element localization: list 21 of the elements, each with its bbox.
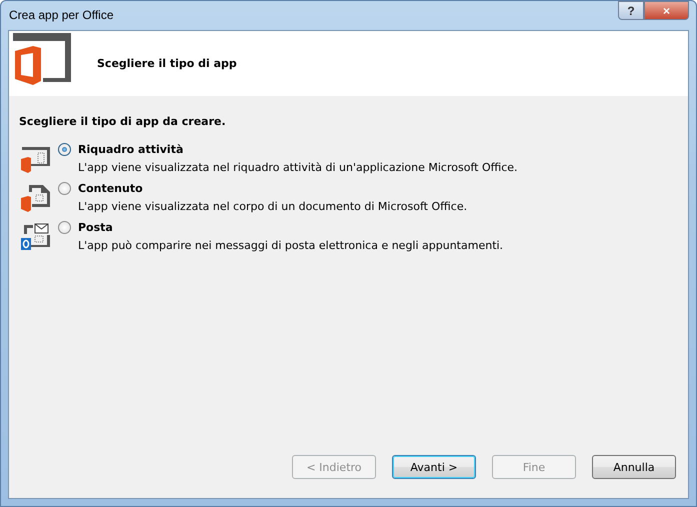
option-label: Contenuto [78,182,143,195]
radio-button[interactable] [58,143,71,156]
radio-button[interactable] [58,182,71,195]
option-radio[interactable]: Riquadro attività [58,141,518,158]
wizard-button[interactable]: Annulla [592,455,676,479]
window-title: Crea app per Office [9,8,114,22]
option-radio[interactable]: Contenuto [58,180,468,197]
help-button[interactable]: ? [618,1,644,20]
prompt-text: Scegliere il tipo di app da creare. [19,115,227,128]
radio-button[interactable] [58,221,71,234]
option-description: L'app viene visualizzata nel riquadro attività di un'applicazione Microsoft Office. [78,161,518,174]
wizard-button[interactable]: Avanti > [392,455,476,479]
option-label: Riquadro attività [78,143,184,156]
option-description: L'app può comparire nei messaggi di posta elettronica e negli appuntamenti. [78,239,504,252]
task-pane-icon [19,145,51,175]
option-label: Posta [78,221,113,234]
option-radio[interactable]: Posta [58,219,504,236]
option-description: L'app viene visualizzata nel corpo di un documento di Microsoft Office. [78,200,468,213]
mail-icon [19,223,51,253]
document-icon [19,184,51,214]
header-title: Scegliere il tipo di app [97,57,237,70]
